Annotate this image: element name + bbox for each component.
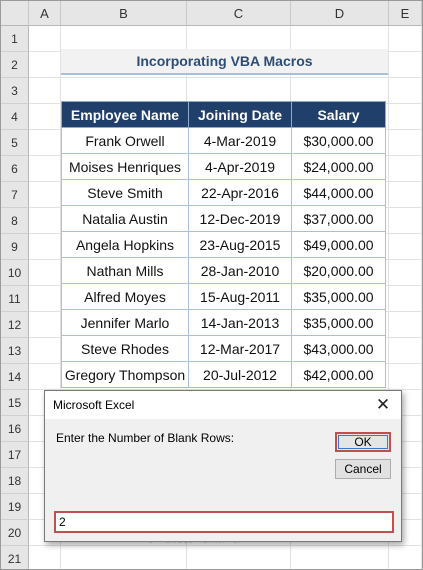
row-header-13[interactable]: 13	[1, 338, 29, 364]
row-header-9[interactable]: 9	[1, 234, 29, 260]
table-row: Nathan Mills 28-Jan-2010 $20,000.00	[61, 257, 386, 284]
cell-salary[interactable]: $24,000.00	[291, 153, 386, 180]
row-header-16[interactable]: 16	[1, 416, 29, 442]
row-header-3[interactable]: 3	[1, 78, 29, 104]
row-header-7[interactable]: 7	[1, 182, 29, 208]
column-header-b[interactable]: B	[61, 1, 187, 26]
cell-joining-date[interactable]: 4-Apr-2019	[188, 153, 292, 180]
cell-salary[interactable]: $30,000.00	[291, 127, 386, 154]
cell-employee-name[interactable]: Natalia Austin	[61, 205, 189, 232]
gridline-col-e	[421, 26, 422, 569]
table-row: Angela Hopkins 23-Aug-2015 $49,000.00	[61, 231, 386, 258]
cell-salary[interactable]: $35,000.00	[291, 309, 386, 336]
cell-employee-name[interactable]: Angela Hopkins	[61, 231, 189, 258]
gridline-row-2	[29, 77, 422, 78]
row-header-15[interactable]: 15	[1, 390, 29, 416]
row-header-17[interactable]: 17	[1, 442, 29, 468]
table-header-row: Employee Name Joining Date Salary	[61, 101, 386, 128]
blank-rows-input[interactable]	[54, 511, 394, 533]
row-header-19[interactable]: 19	[1, 494, 29, 520]
header-salary[interactable]: Salary	[291, 101, 386, 128]
row-header-12[interactable]: 12	[1, 312, 29, 338]
cell-salary[interactable]: $44,000.00	[291, 179, 386, 206]
cell-joining-date[interactable]: 12-Dec-2019	[188, 205, 292, 232]
cell-joining-date[interactable]: 28-Jan-2010	[188, 257, 292, 284]
employee-table: Employee Name Joining Date Salary Frank …	[61, 101, 386, 388]
sheet-title: Incorporating VBA Macros	[136, 53, 313, 69]
sheet-title-cell[interactable]: Incorporating VBA Macros	[61, 49, 388, 75]
row-header-6[interactable]: 6	[1, 156, 29, 182]
cell-joining-date[interactable]: 14-Jan-2013	[188, 309, 292, 336]
cell-employee-name[interactable]: Jennifer Marlo	[61, 309, 189, 336]
table-row: Moises Henriques 4-Apr-2019 $24,000.00	[61, 153, 386, 180]
table-row: Frank Orwell 4-Mar-2019 $30,000.00	[61, 127, 386, 154]
row-header-18[interactable]: 18	[1, 468, 29, 494]
cell-joining-date[interactable]: 12-Mar-2017	[188, 335, 292, 362]
close-icon: ✕	[375, 395, 391, 414]
header-employee-name[interactable]: Employee Name	[61, 101, 189, 128]
table-row: Gregory Thompson 20-Jul-2012 $42,000.00	[61, 361, 386, 388]
table-row: Jennifer Marlo 14-Jan-2013 $35,000.00	[61, 309, 386, 336]
cell-employee-name[interactable]: Moises Henriques	[61, 153, 189, 180]
input-box-dialog: Microsoft Excel ✕ Enter the Number of Bl…	[44, 390, 402, 542]
row-header-1[interactable]: 1	[1, 26, 29, 52]
header-joining-date[interactable]: Joining Date	[188, 101, 292, 128]
table-body: Frank Orwell 4-Mar-2019 $30,000.00 Moises H…	[61, 127, 386, 388]
cell-employee-name[interactable]: Gregory Thompson	[61, 361, 189, 388]
table-row: Natalia Austin 12-Dec-2019 $37,000.00	[61, 205, 386, 232]
dialog-prompt: Enter the Number of Blank Rows:	[56, 431, 235, 445]
row-header-5[interactable]: 5	[1, 130, 29, 156]
row-header-20[interactable]: 20	[1, 520, 29, 546]
row-header-21[interactable]: 21	[1, 546, 29, 569]
row-header-10[interactable]: 10	[1, 260, 29, 286]
column-header-a[interactable]: A	[29, 1, 61, 26]
column-header-e[interactable]: E	[389, 1, 422, 26]
cell-salary[interactable]: $42,000.00	[291, 361, 386, 388]
cell-salary[interactable]: $37,000.00	[291, 205, 386, 232]
cell-salary[interactable]: $20,000.00	[291, 257, 386, 284]
table-row: Steve Smith 22-Apr-2016 $44,000.00	[61, 179, 386, 206]
cell-employee-name[interactable]: Frank Orwell	[61, 127, 189, 154]
ok-button[interactable]: OK	[335, 432, 391, 452]
row-header-11[interactable]: 11	[1, 286, 29, 312]
cell-salary[interactable]: $49,000.00	[291, 231, 386, 258]
cell-joining-date[interactable]: 23-Aug-2015	[188, 231, 292, 258]
row-header-14[interactable]: 14	[1, 364, 29, 390]
cell-joining-date[interactable]: 20-Jul-2012	[188, 361, 292, 388]
cell-salary[interactable]: $35,000.00	[291, 283, 386, 310]
dialog-title: Microsoft Excel	[53, 398, 135, 412]
dialog-titlebar[interactable]: Microsoft Excel ✕	[45, 391, 401, 419]
table-row: Steve Rhodes 12-Mar-2017 $43,000.00	[61, 335, 386, 362]
cell-employee-name[interactable]: Steve Rhodes	[61, 335, 189, 362]
row-header-8[interactable]: 8	[1, 208, 29, 234]
cell-employee-name[interactable]: Alfred Moyes	[61, 283, 189, 310]
cancel-button[interactable]: Cancel	[335, 459, 391, 479]
column-header-c[interactable]: C	[187, 1, 291, 26]
cell-joining-date[interactable]: 15-Aug-2011	[188, 283, 292, 310]
cell-employee-name[interactable]: Steve Smith	[61, 179, 189, 206]
cell-joining-date[interactable]: 4-Mar-2019	[188, 127, 292, 154]
select-all-corner[interactable]	[1, 1, 29, 26]
cell-employee-name[interactable]: Nathan Mills	[61, 257, 189, 284]
row-header-2[interactable]: 2	[1, 52, 29, 78]
column-header-d[interactable]: D	[291, 1, 389, 26]
cell-salary[interactable]: $43,000.00	[291, 335, 386, 362]
table-row: Alfred Moyes 15-Aug-2011 $35,000.00	[61, 283, 386, 310]
row-header-4[interactable]: 4	[1, 104, 29, 130]
cell-joining-date[interactable]: 22-Apr-2016	[188, 179, 292, 206]
close-button[interactable]: ✕	[371, 394, 395, 416]
gridline-row-20	[29, 545, 422, 546]
